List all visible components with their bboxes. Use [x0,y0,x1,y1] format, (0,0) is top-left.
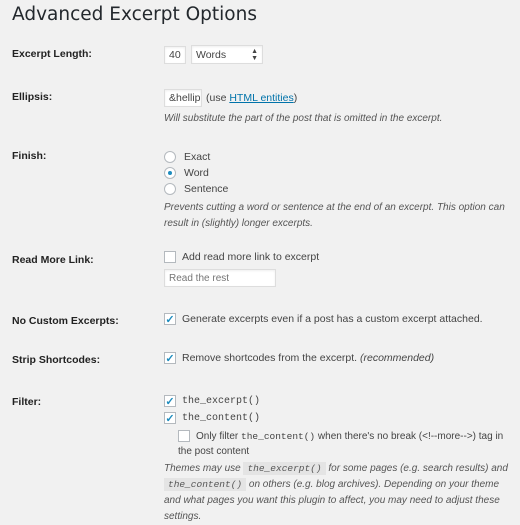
read-more-label: Read More Link: [12,254,94,266]
finish-sentence[interactable]: Sentence [164,183,514,195]
checkmark-icon: ✓ [164,395,176,408]
checkbox-label-end: when there's no break (<!--more-->) tag … [315,431,504,442]
excerpt-length-input[interactable]: 40 [164,45,186,64]
radio-label: Word [184,167,209,179]
filter-description: Themes may use the_excerpt() for some pa… [164,462,508,522]
html-entities-link[interactable]: HTML entities [229,92,293,104]
filter-content-checkbox[interactable]: ✓ the_content() [164,412,514,425]
read-more-checkbox[interactable]: Add read more link to excerpt [164,251,514,263]
checkmark-icon: ✓ [164,412,176,425]
filter-excerpt-checkbox[interactable]: ✓ the_excerpt() [164,395,514,408]
filter-sub-line2: the post content [178,446,250,457]
ellipsis-input[interactable]: &hellip; [164,89,202,107]
checkbox-label: Remove shortcodes from the excerpt. [182,352,358,364]
strip-shortcodes-label: Strip Shortcodes: [12,354,101,366]
filter-label: Filter: [12,396,42,408]
read-more-text-input[interactable] [164,269,276,287]
checkbox-icon [164,251,176,263]
finish-exact[interactable]: Exact [164,151,514,163]
excerpt-length-label: Excerpt Length: [12,48,92,60]
ellipsis-hint: (use [206,92,230,104]
checkbox-label: the_excerpt() [182,395,261,407]
checkbox-label: the_content() [182,412,261,424]
no-custom-label: No Custom Excerpts: [12,315,119,327]
select-arrows-icon: ▲ ▼ [251,47,258,62]
radio-label: Exact [184,151,211,163]
checkbox-label: Generate excerpts even if a post has a c… [182,313,483,325]
filter-only-no-break-checkbox[interactable]: Only filter the_content() when there's n… [178,429,514,459]
finish-word[interactable]: Word [164,167,514,179]
ellipsis-hint-end: ) [293,92,298,104]
finish-label: Finish: [12,150,47,162]
checkmark-icon: ✓ [164,313,176,326]
ellipsis-label: Ellipsis: [12,91,53,103]
no-custom-checkbox[interactable]: ✓ Generate excerpts even if a post has a … [164,313,514,326]
checkmark-icon: ✓ [164,352,176,365]
unit-value: Words [196,48,227,61]
recommended-note: (recommended) [360,352,435,364]
checkbox-label: Only filter [196,431,242,442]
radio-selected-icon [164,167,176,179]
ellipsis-description: Will substitute the part of the post tha… [164,113,443,124]
code-label: the_content() [241,431,316,442]
radio-label: Sentence [184,183,229,195]
checkbox-label: Add read more link to excerpt [182,251,320,263]
radio-icon [164,183,176,195]
excerpt-unit-select[interactable]: Words ▲ ▼ [191,45,263,64]
radio-icon [164,151,176,163]
checkbox-icon [178,430,190,443]
finish-description: Prevents cutting a word or sentence at t… [164,202,505,229]
strip-shortcodes-checkbox[interactable]: ✓ Remove shortcodes from the excerpt. (re… [164,352,514,365]
page-title: Advanced Excerpt Options [12,4,257,25]
